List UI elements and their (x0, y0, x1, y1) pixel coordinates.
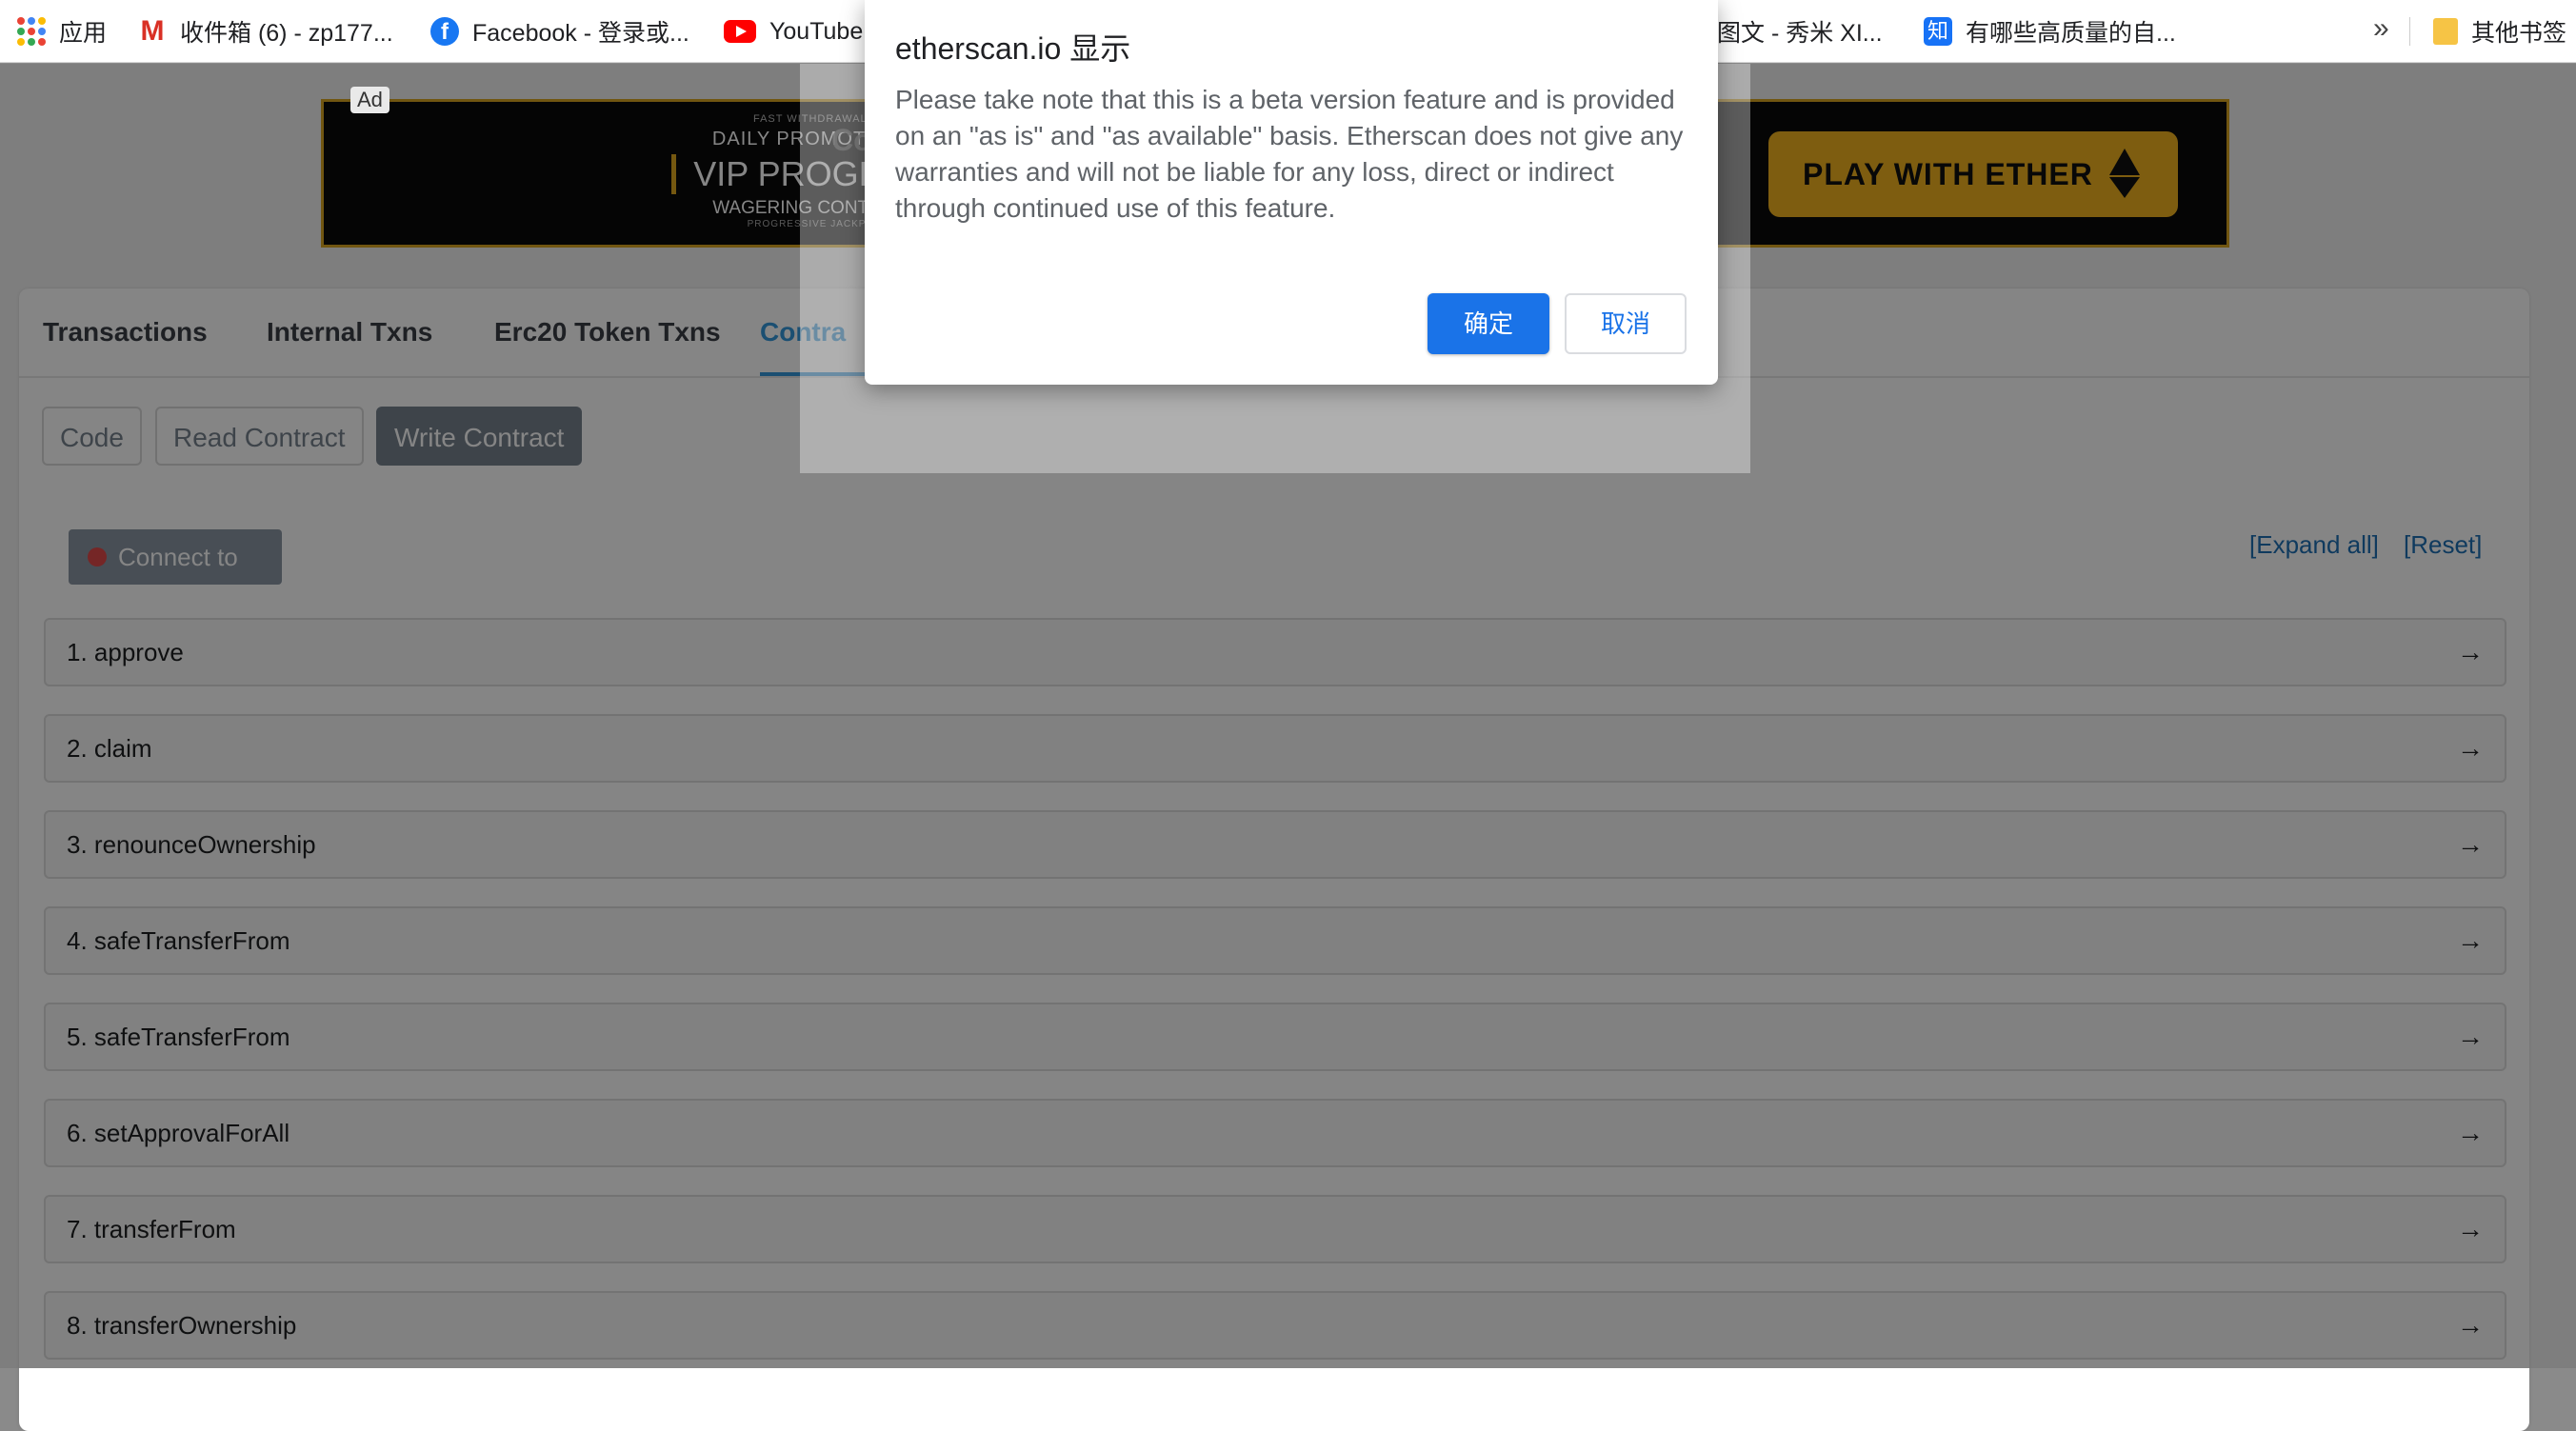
bookmark-label: 其他书签 (2471, 20, 2567, 47)
youtube-icon (724, 20, 756, 43)
bookmark-label: 有哪些高质量的自... (1966, 20, 2176, 47)
ad-label: Ad (350, 87, 389, 113)
dialog-message: Please take note that this is a beta ver… (895, 85, 1684, 223)
bookmark-gmail[interactable]: M 收件箱 (6) - zp177... (138, 0, 393, 63)
alert-dialog: etherscan.io 显示 Please take note that th… (865, 0, 1718, 385)
bookmark-zhihu[interactable]: 知 有哪些高质量的自... (1924, 0, 2176, 63)
zhihu-icon: 知 (1924, 17, 1952, 46)
bookmark-facebook[interactable]: f Facebook - 登录或... (430, 0, 689, 63)
bookmarks-overflow-chevron-icon[interactable]: » (2373, 0, 2389, 63)
dialog-title: etherscan.io 显示 (895, 31, 1131, 66)
bookmark-xiumi[interactable]: 图文 - 秀米 XI... (1717, 0, 1883, 63)
dialog-cancel-button[interactable]: 取消 (1565, 293, 1687, 354)
bookmark-label: 收件箱 (6) - zp177... (180, 20, 393, 47)
bookmark-label: 图文 - 秀米 XI... (1717, 20, 1883, 47)
bookmark-other-folder[interactable]: 其他书签 (2433, 0, 2566, 63)
facebook-icon: f (430, 17, 459, 46)
bookmark-apps[interactable]: 应用 (17, 0, 107, 63)
folder-icon (2433, 18, 2458, 45)
dialog-ok-button[interactable]: 确定 (1428, 293, 1549, 354)
gmail-icon: M (140, 15, 165, 47)
bookmark-label: Facebook - 登录或... (472, 20, 689, 47)
apps-grid-icon (17, 17, 46, 46)
bookmark-label: YouTube (769, 17, 864, 45)
bookmark-youtube[interactable]: YouTube (724, 0, 863, 63)
bookmarks-divider (2409, 17, 2410, 46)
bookmark-label: 应用 (59, 20, 108, 47)
